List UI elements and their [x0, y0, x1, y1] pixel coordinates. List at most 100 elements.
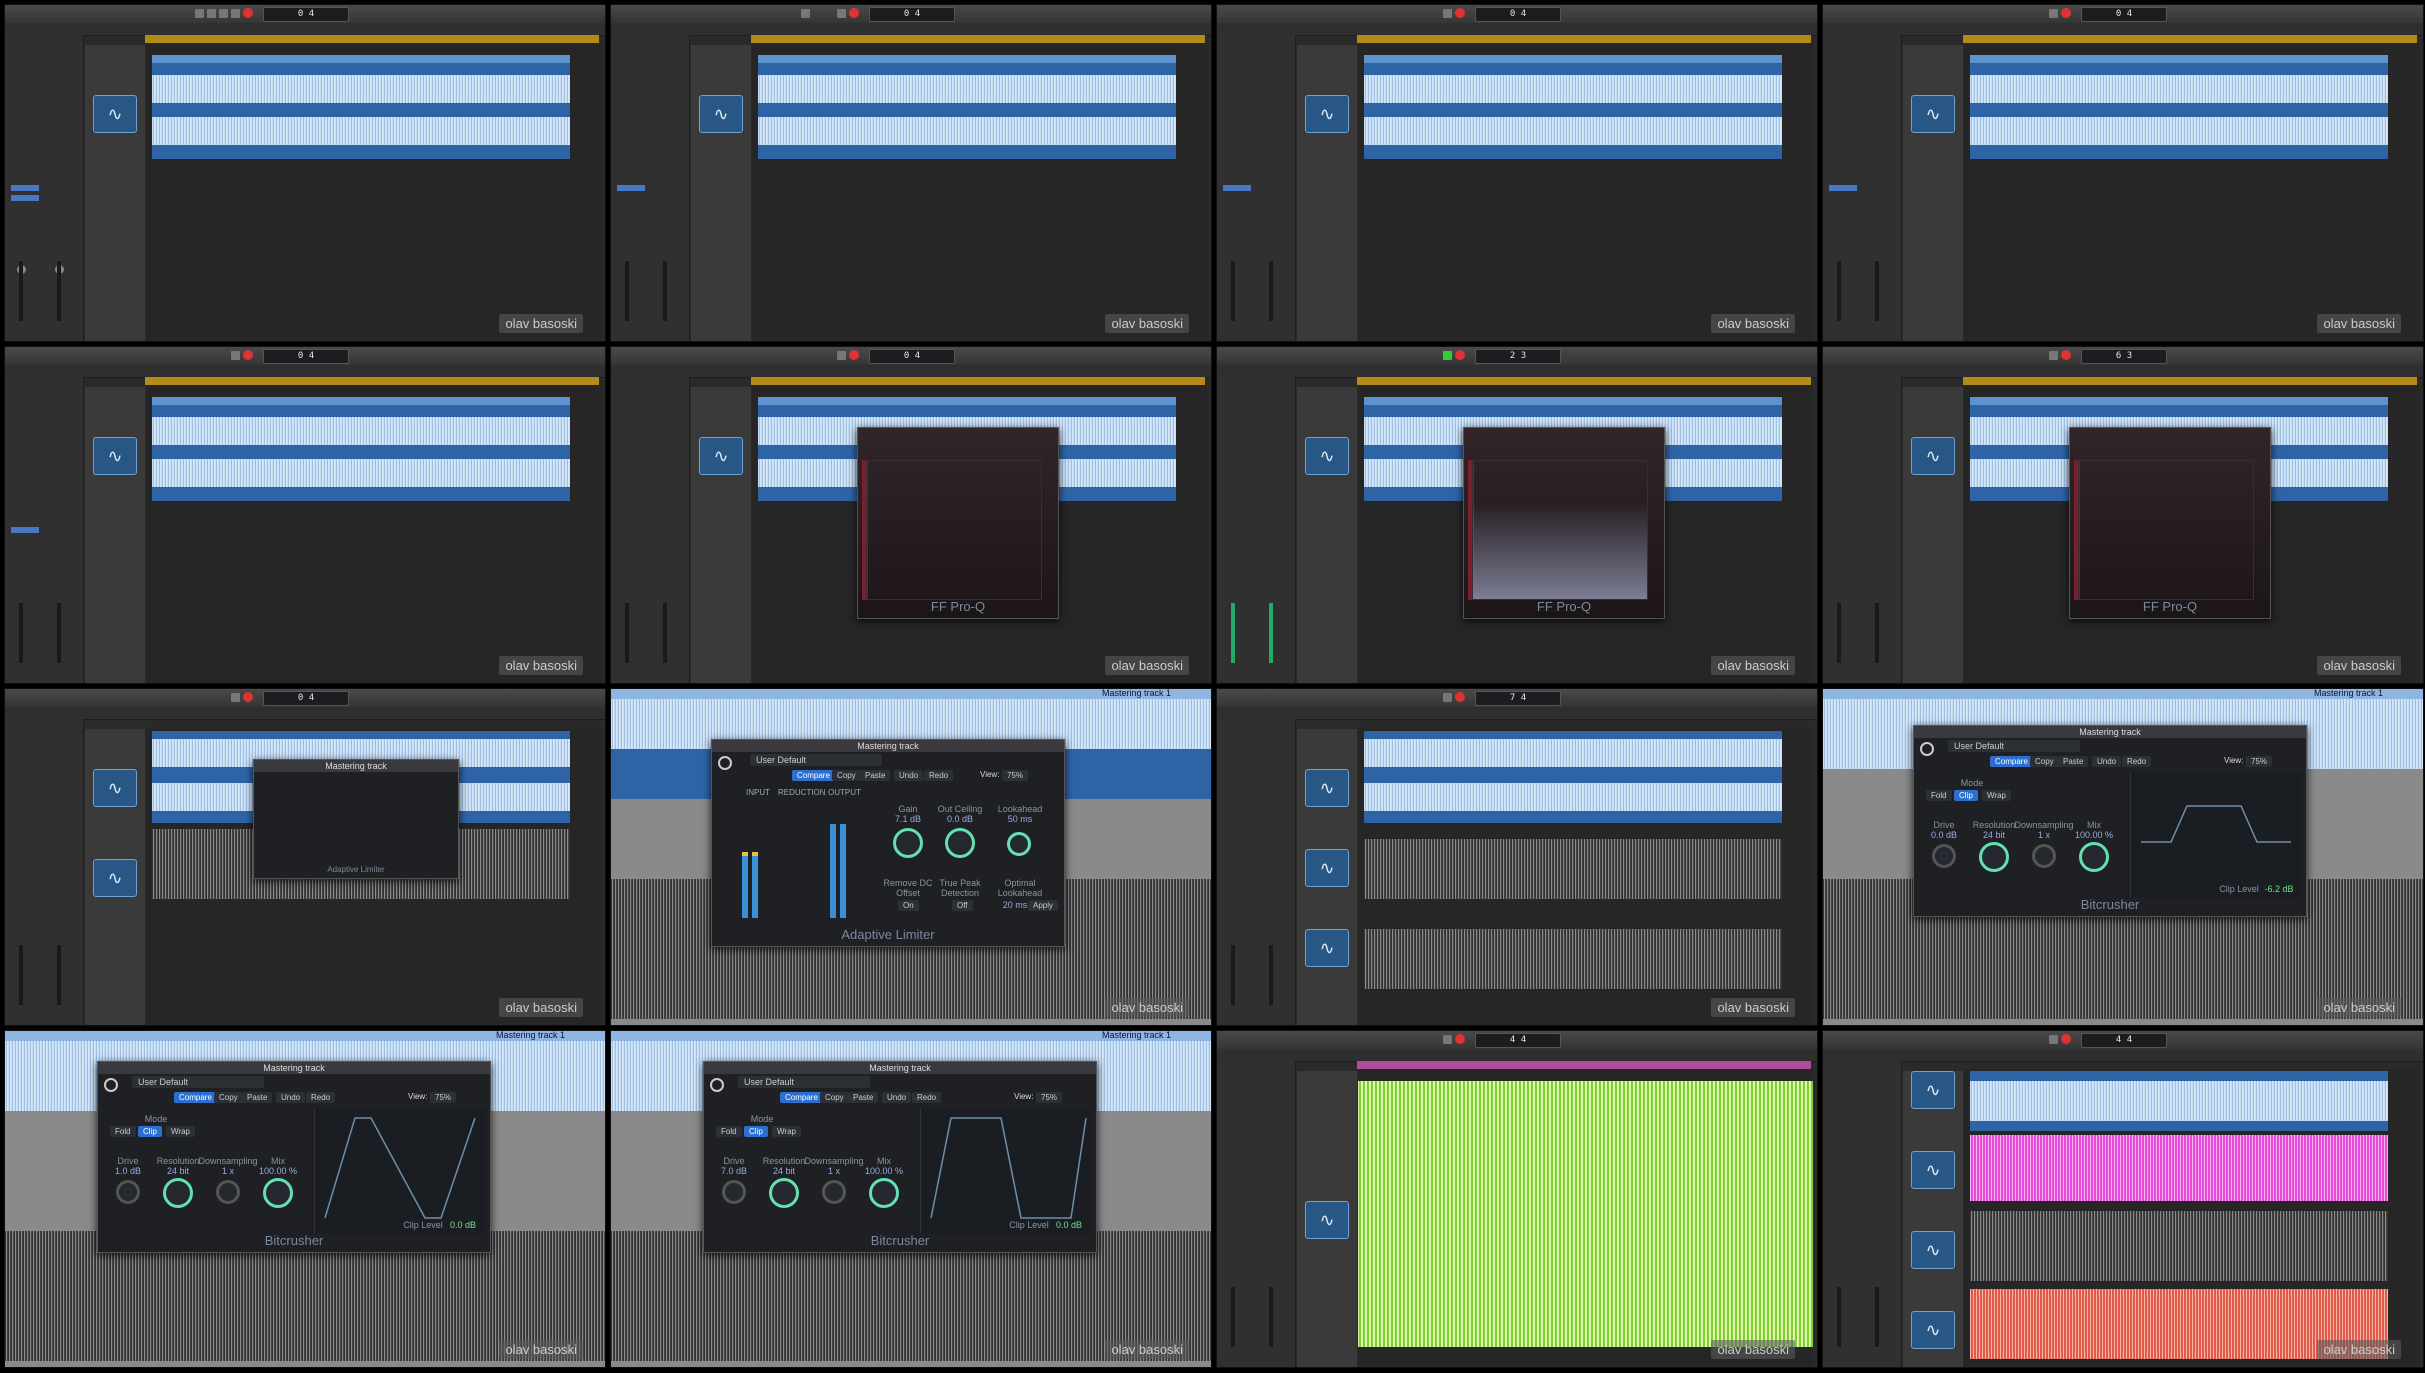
mode-fold-button[interactable]: Fold [110, 1126, 136, 1137]
power-icon[interactable] [104, 1078, 118, 1092]
drive-knob[interactable] [1932, 844, 1956, 868]
record-icon[interactable] [849, 8, 859, 18]
mode-fold-button[interactable]: Fold [1926, 790, 1952, 801]
volume-fader[interactable] [19, 261, 23, 321]
record-icon[interactable] [849, 350, 859, 360]
play-icon[interactable] [837, 9, 846, 18]
frame-8[interactable]: 6 3 ∿ FF Pro-Q olav basoski [1822, 346, 2424, 684]
cycle-ruler[interactable] [145, 377, 599, 385]
volume-fader[interactable] [1875, 261, 1879, 321]
frame-10[interactable]: Mastering track 1 Mastering track User D… [610, 688, 1212, 1026]
track-header[interactable] [1903, 387, 1963, 683]
track-header[interactable] [691, 45, 751, 341]
volume-fader[interactable] [19, 945, 23, 1005]
audio-region[interactable] [1970, 1071, 2388, 1131]
compare-button[interactable]: Compare [780, 1092, 823, 1103]
apply-button[interactable]: Apply [1028, 900, 1059, 911]
undo-button[interactable]: Undo [2092, 756, 2122, 767]
preset-menu[interactable]: User Default [738, 1076, 870, 1088]
audio-region[interactable] [1364, 929, 1782, 989]
play-icon[interactable] [1443, 693, 1452, 702]
volume-fader[interactable] [1875, 603, 1879, 663]
play-icon[interactable] [1443, 1035, 1452, 1044]
frame-14[interactable]: Mastering track 1 Mastering track User D… [610, 1030, 1212, 1368]
copy-button[interactable]: Copy [820, 1092, 849, 1103]
cycle-ruler[interactable] [145, 35, 599, 43]
frame-16[interactable]: 4 4 ∿ ∿ ∿ ∿ olav basoski [1822, 1030, 2424, 1368]
frame-4[interactable]: 0 4 ∿ olav basoski [1822, 4, 2424, 342]
audio-region[interactable] [758, 55, 1176, 159]
play-icon[interactable] [231, 693, 240, 702]
pro-q-plugin-window[interactable]: FF Pro-Q [857, 427, 1059, 619]
true-peak-toggle[interactable]: Off [952, 900, 973, 911]
view-menu[interactable]: 75% [430, 1092, 457, 1103]
record-icon[interactable] [1455, 350, 1465, 360]
mode-wrap-button[interactable]: Wrap [166, 1126, 195, 1137]
spectrum-analyzer[interactable] [1472, 460, 1648, 600]
audio-region[interactable] [152, 55, 570, 159]
plugin-slot[interactable] [11, 195, 39, 201]
adaptive-limiter-window[interactable]: Mastering track User Default Compare Cop… [711, 739, 1065, 947]
audio-region[interactable] [1970, 1135, 2388, 1201]
cycle-ruler[interactable] [1357, 377, 1811, 385]
lookahead-knob[interactable] [1007, 832, 1031, 856]
view-menu[interactable]: 75% [1036, 1092, 1063, 1103]
undo-button[interactable]: Undo [894, 770, 924, 781]
adaptive-limiter-window[interactable]: Mastering track Adaptive Limiter [253, 759, 459, 879]
paste-button[interactable]: Paste [242, 1092, 273, 1103]
mode-clip-button[interactable]: Clip [138, 1126, 162, 1137]
compare-button[interactable]: Compare [174, 1092, 217, 1103]
preset-menu[interactable]: User Default [1948, 740, 2080, 752]
audio-region[interactable] [1364, 839, 1782, 899]
cycle-ruler[interactable] [1963, 377, 2417, 385]
redo-button[interactable]: Redo [924, 770, 954, 781]
audio-region[interactable] [1970, 1211, 2388, 1281]
drive-knob[interactable] [722, 1180, 746, 1204]
volume-fader[interactable] [663, 261, 667, 321]
transfer-curve-display[interactable] [920, 1108, 1091, 1234]
volume-fader[interactable] [1269, 261, 1273, 321]
pro-q-plugin-window[interactable]: FF Pro-Q [2069, 427, 2271, 619]
track-header[interactable] [85, 387, 145, 683]
frame-1[interactable]: 0 4 ∿ olav basoski [4, 4, 606, 342]
cycle-ruler[interactable] [751, 35, 1205, 43]
volume-fader[interactable] [19, 603, 23, 663]
audio-region[interactable] [1970, 55, 2388, 159]
record-icon[interactable] [2061, 1034, 2071, 1044]
audio-region[interactable] [1364, 731, 1782, 823]
stop-icon[interactable] [219, 9, 228, 18]
record-icon[interactable] [243, 692, 253, 702]
spectrum-analyzer[interactable] [866, 460, 1042, 600]
mix-knob[interactable] [869, 1178, 899, 1208]
view-menu[interactable]: 75% [2246, 756, 2273, 767]
mix-knob[interactable] [263, 1178, 293, 1208]
play-icon[interactable] [837, 351, 846, 360]
resolution-knob[interactable] [163, 1178, 193, 1208]
rewind-icon[interactable] [195, 9, 204, 18]
frame-11[interactable]: 7 4 ∿ ∿ ∿ olav basoski [1216, 688, 1818, 1026]
audio-region[interactable] [1364, 55, 1782, 159]
volume-fader[interactable] [625, 603, 629, 663]
frame-15[interactable]: 4 4 ∿ olav basoski [1216, 1030, 1818, 1368]
volume-fader[interactable] [57, 261, 61, 321]
record-icon[interactable] [243, 8, 253, 18]
frame-6[interactable]: 0 4 ∿ FF Pro-Q olav basoski [610, 346, 1212, 684]
gain-knob[interactable] [893, 828, 923, 858]
power-icon[interactable] [1920, 742, 1934, 756]
transfer-curve-display[interactable] [314, 1108, 485, 1234]
play-icon[interactable] [231, 9, 240, 18]
volume-fader[interactable] [1231, 261, 1235, 321]
power-icon[interactable] [718, 756, 732, 770]
out-ceiling-knob[interactable] [945, 828, 975, 858]
volume-fader[interactable] [1231, 603, 1235, 663]
frame-13[interactable]: Mastering track 1 Mastering track User D… [4, 1030, 606, 1368]
downsampling-knob[interactable] [2032, 844, 2056, 868]
record-icon[interactable] [1455, 1034, 1465, 1044]
forward-icon[interactable] [207, 9, 216, 18]
volume-fader[interactable] [57, 603, 61, 663]
frame-5[interactable]: 0 4 ∿ olav basoski [4, 346, 606, 684]
frame-12[interactable]: Mastering track 1 Mastering track User D… [1822, 688, 2424, 1026]
transfer-curve-display[interactable] [2130, 772, 2301, 898]
paste-button[interactable]: Paste [848, 1092, 879, 1103]
volume-fader[interactable] [1269, 603, 1273, 663]
